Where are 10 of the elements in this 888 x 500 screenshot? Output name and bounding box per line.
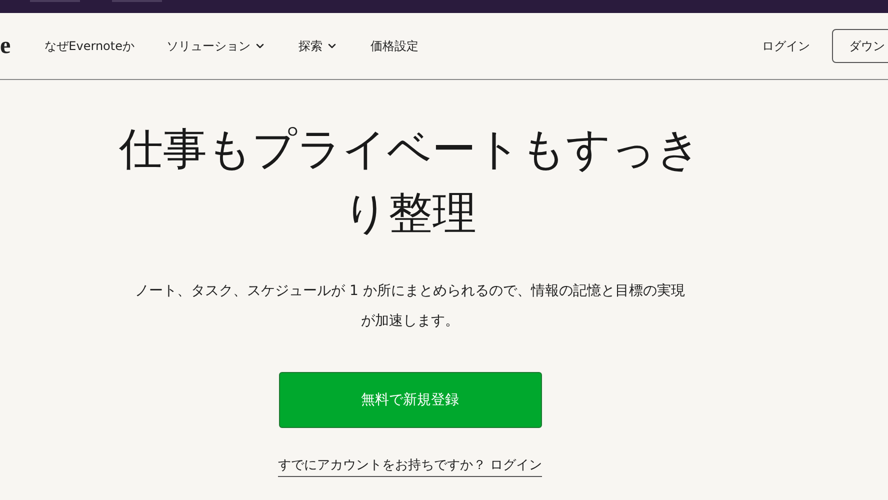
logo[interactable]: e <box>0 28 11 64</box>
nav-link[interactable]: ソリューション <box>166 37 266 55</box>
nav-link[interactable]: 価格設定 <box>370 37 418 55</box>
hero-description: ノート、タスク、スケジュールが 1 か所にまとめられるので、情報の記憶と目標の実現が加速します。 <box>134 282 686 331</box>
login-link[interactable]: ログイン <box>762 37 810 55</box>
nav-link[interactable]: なぜEvernoteか <box>44 37 134 55</box>
nav-link[interactable]: 探索 <box>298 37 338 55</box>
login-link[interactable]: すでにアカウントをお持ちですか？ ログイン <box>278 456 542 476</box>
download-button[interactable]: ダウン <box>832 29 888 63</box>
hero-title: 仕事もプライベートもすっきり整理 <box>118 123 702 241</box>
